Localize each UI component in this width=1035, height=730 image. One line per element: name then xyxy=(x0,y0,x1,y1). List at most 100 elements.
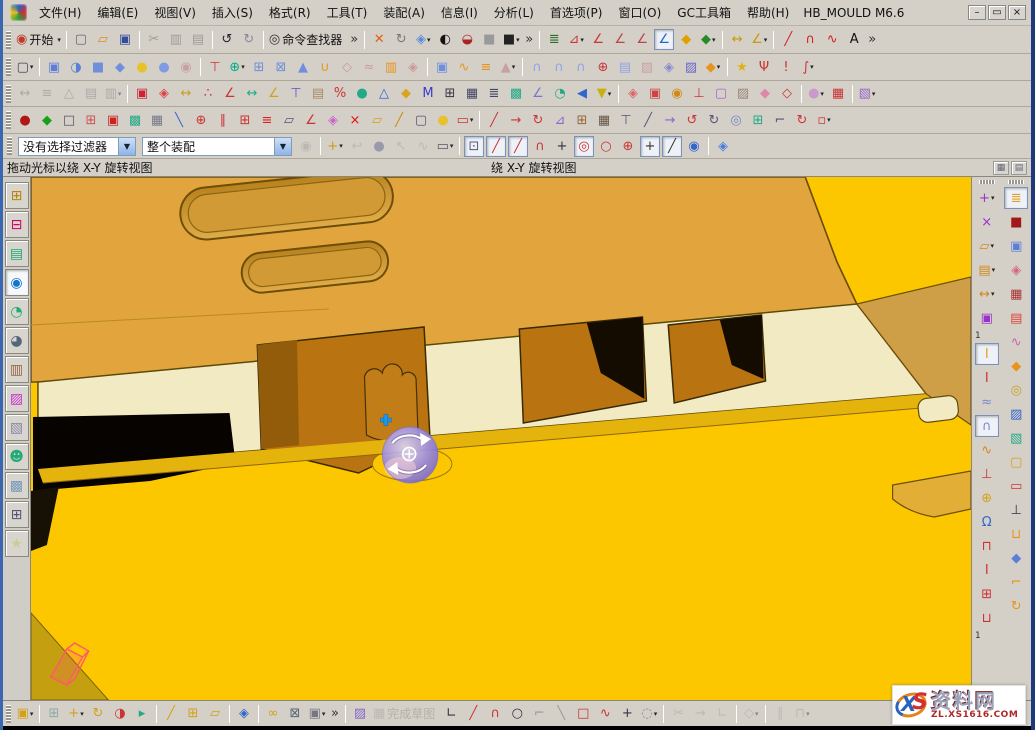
system-materials-tab[interactable]: ▧ xyxy=(5,414,29,441)
boss-icon[interactable]: ◉ xyxy=(176,57,196,78)
dropdown-arrow-icon[interactable]: ▾ xyxy=(427,36,431,44)
reset-orientation-icon[interactable]: ✕ xyxy=(369,29,389,50)
text-icon[interactable]: A xyxy=(844,29,864,50)
snap-point-on-face-icon[interactable]: ╱ xyxy=(662,136,682,157)
block-icon[interactable]: ■ xyxy=(88,57,108,78)
studio-surface-icon[interactable]: ▧ xyxy=(637,57,657,78)
templates-tab[interactable]: ⊞ xyxy=(5,501,29,528)
dropdown-arrow-icon[interactable]: ▾ xyxy=(80,710,84,718)
toolbar-overflow-chevron[interactable]: » xyxy=(329,703,341,724)
distance-check-icon[interactable]: ↔ xyxy=(242,83,262,104)
arc-icon[interactable]: ∩ xyxy=(800,29,820,50)
color-palette-icon[interactable]: ▩ xyxy=(125,110,145,131)
face-blend-icon[interactable]: ≈ xyxy=(359,57,379,78)
dropdown-arrow-icon[interactable]: ▾ xyxy=(580,36,584,44)
menu-item-view[interactable]: 视图(V) xyxy=(146,4,204,22)
angle-blue-icon[interactable]: △ xyxy=(374,83,394,104)
rotate-plane-icon[interactable]: ↻ xyxy=(704,110,724,131)
extract-body-icon[interactable]: ▣ xyxy=(432,57,452,78)
toolbar-grip[interactable] xyxy=(979,180,995,184)
snap-endpoint-icon[interactable]: ╱ xyxy=(486,136,506,157)
rotate-ring-icon[interactable]: ↺ xyxy=(682,110,702,131)
thicken-icon[interactable]: ≡ xyxy=(476,57,496,78)
assembly-constraints-icon[interactable]: ⊞ xyxy=(44,703,64,724)
mw-ejector-pin-icon[interactable]: Ι xyxy=(975,559,999,581)
mw-trim-mold-icon[interactable]: ▨ xyxy=(1004,403,1028,425)
dropdown-arrow-icon[interactable]: ▾ xyxy=(30,63,34,71)
reflection-analysis-icon[interactable]: ∫▾ xyxy=(798,57,818,78)
move-point-icon[interactable]: → xyxy=(506,110,526,131)
pattern-component-icon[interactable]: ⊞ xyxy=(183,703,203,724)
mw-core-cavity-pair-icon[interactable]: ◆ xyxy=(1004,547,1028,569)
dropdown-arrow-icon[interactable]: ▾ xyxy=(516,36,520,44)
tolerance-box-icon[interactable]: ⊤ xyxy=(286,83,306,104)
resize-icon[interactable]: ▫▾ xyxy=(814,110,834,131)
dropdown-arrow-icon[interactable]: ▾ xyxy=(992,266,996,274)
open-file-icon[interactable]: ▱ xyxy=(93,29,113,50)
extrude-icon[interactable]: ▣ xyxy=(44,57,64,78)
status-sheet-icon[interactable]: ▤ xyxy=(1011,161,1027,175)
swept-volume-icon[interactable]: ◆ xyxy=(110,57,130,78)
mw-initialize-project-icon[interactable]: ≣ xyxy=(1004,187,1028,209)
selection-scope-dropdown[interactable]: 整个装配 ▼ xyxy=(142,137,292,156)
rotate-view-icon[interactable]: ↻ xyxy=(391,29,411,50)
menu-item-analysis[interactable]: 分析(L) xyxy=(486,4,542,22)
menu-item-gc-toolbox[interactable]: GC工具箱 xyxy=(669,4,739,22)
chevron-down-icon[interactable]: ▼ xyxy=(274,138,291,155)
assembly-navigator-tab[interactable]: ⊞ xyxy=(5,182,29,209)
sketch-fillet-icon[interactable]: ⌐ xyxy=(529,703,549,724)
point-info-icon[interactable]: ∴ xyxy=(198,83,218,104)
dropdown-arrow-icon[interactable]: ▾ xyxy=(241,63,245,71)
mw-shrinkage-icon[interactable]: ▣ xyxy=(1004,235,1028,257)
x-form-icon[interactable]: ◈ xyxy=(659,57,679,78)
exploded-view-icon[interactable]: ▣▾ xyxy=(307,703,327,724)
mw-surface-pink-icon[interactable]: ◆ xyxy=(755,83,775,104)
mw-mold-tools-icon[interactable]: ▤ xyxy=(1004,307,1028,329)
pattern-four-icon[interactable]: ⊞ xyxy=(572,110,592,131)
snap-point-on-curve-icon[interactable]: + xyxy=(640,136,660,157)
list-rows-icon[interactable]: ≣ xyxy=(484,83,504,104)
sketch-point-icon[interactable]: + xyxy=(617,703,637,724)
mw-pattern-red-icon[interactable]: ▦ xyxy=(828,83,848,104)
latch-notch[interactable] xyxy=(917,395,959,424)
datum-plane-icon[interactable]: ⊤ xyxy=(205,57,225,78)
palette-tab[interactable]: ▥ xyxy=(5,356,29,383)
translate-t-icon[interactable]: ⊤ xyxy=(616,110,636,131)
mw-locating-rings-icon[interactable]: ◎ xyxy=(1004,379,1028,401)
menu-item-help[interactable]: 帮助(H) xyxy=(739,4,797,22)
sew-icon[interactable]: ▨ xyxy=(681,57,701,78)
dropdown-arrow-icon[interactable]: ▾ xyxy=(991,290,995,298)
circle-pattern-icon[interactable]: ◎ xyxy=(726,110,746,131)
rotate-object-icon[interactable]: ↻ xyxy=(528,110,548,131)
dropdown-arrow-icon[interactable]: ▾ xyxy=(990,242,994,250)
display-sphere-icon[interactable]: ● xyxy=(15,110,35,131)
menu-item-edit[interactable]: 编辑(E) xyxy=(89,4,146,22)
folder-edit-icon[interactable]: ▱ xyxy=(367,110,387,131)
dropdown-arrow-icon[interactable]: ▾ xyxy=(810,63,814,71)
dropdown-arrow-icon[interactable]: ▾ xyxy=(654,710,658,718)
mw-locating-ring-icon[interactable]: ⊕ xyxy=(975,487,999,509)
dropdown-arrow-icon[interactable]: ▾ xyxy=(820,90,824,98)
dropdown-arrow-icon[interactable]: ▾ xyxy=(470,116,474,124)
redo-icon[interactable]: ↻ xyxy=(239,29,259,50)
point-copy-icon[interactable]: ⊿ xyxy=(550,110,570,131)
clock-analysis-icon[interactable]: ◔ xyxy=(550,83,570,104)
offset-curve-icon[interactable]: ◌▾ xyxy=(639,703,659,724)
sketch-icon[interactable]: ▢▾ xyxy=(15,57,35,78)
cleanup-broom-icon[interactable]: ╱ xyxy=(389,110,409,131)
chevron-down-icon[interactable]: ▼ xyxy=(118,138,135,155)
mw-pin-tall-icon[interactable]: I xyxy=(975,343,999,365)
mw-mold-base-icon[interactable]: ⊥ xyxy=(1004,499,1028,521)
wcs-dynamics-icon[interactable]: ∠ xyxy=(610,29,630,50)
delete-icon[interactable]: × xyxy=(345,110,365,131)
mw-curve-flow-icon[interactable]: ∿ xyxy=(975,439,999,461)
command-finder-icon[interactable]: ◎命令查找器 xyxy=(268,29,346,50)
mirror-assembly-icon[interactable]: ◑ xyxy=(110,703,130,724)
mw-diamond-red-icon[interactable]: ◇ xyxy=(777,83,797,104)
history-tab[interactable]: ◔ xyxy=(5,298,29,325)
mw-corner-block-icon[interactable]: ⌐ xyxy=(1004,571,1028,593)
mw-copy-sheet-icon[interactable]: ▱▾ xyxy=(975,235,999,257)
mw-insert-box-icon[interactable]: ▢ xyxy=(1004,451,1028,473)
angle-measure2-icon[interactable]: ∠ xyxy=(528,83,548,104)
roles-tab[interactable]: ☻ xyxy=(5,443,29,470)
